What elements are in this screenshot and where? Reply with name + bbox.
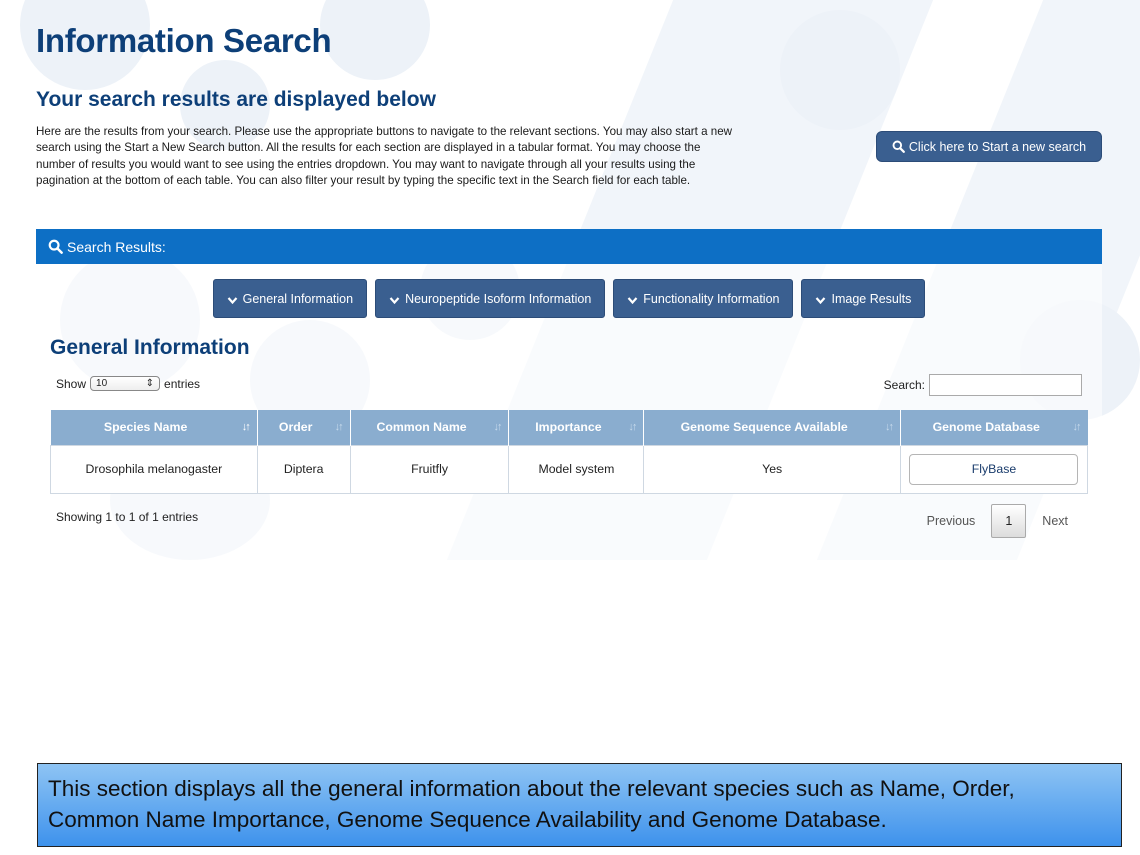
chevron-down-icon [815,294,826,305]
next-page-link[interactable]: Next [1042,514,1068,528]
table-row: Drosophila melanogaster Diptera Fruitfly… [50,444,1089,494]
column-header-genome-sequence-available[interactable]: Genome Sequence Available ↓↑ [643,410,901,445]
general-information-table: Species Name ↓↑ Order ↓↑ Common Name ↓↑ Imp… [50,410,1089,494]
neuropeptide-isoform-information-button[interactable]: Neuropeptide Isoform Information [375,279,606,318]
table-search-input[interactable] [929,374,1082,396]
pagination: Previous 1 Next [927,504,1068,538]
entries-select-value: 10 [96,378,108,389]
page-number-button[interactable]: 1 [991,504,1027,538]
functionality-information-button[interactable]: Functionality Information [613,279,794,318]
entries-label: entries [164,376,201,391]
search-results-bar: Search Results: [36,229,1102,264]
neuropeptide-isoform-information-label: Neuropeptide Isoform Information [405,291,592,306]
chevron-down-icon [627,294,638,305]
start-new-search-label: Click here to Start a new search [908,139,1087,154]
sort-icon: ↓↑ [493,421,502,433]
select-arrows-icon: ⇕ [145,378,155,389]
species-name-cell: Drosophila melanogaster [50,444,258,494]
caption-box: This section displays all the general in… [37,763,1122,847]
section-nav: General Information Neuropeptide Isoform… [36,279,1102,318]
search-results-label: Search Results: [67,238,166,255]
column-header-importance[interactable]: Importance ↓↑ [508,410,645,445]
general-information-label: General Information [242,291,354,306]
show-label: Show [56,376,87,391]
column-header-genome-database[interactable]: Genome Database ↓↑ [900,410,1088,445]
sort-icon: ↓↑ [334,421,344,433]
column-header-common-name[interactable]: Common Name ↓↑ [350,410,510,445]
page-title: Information Search [36,22,332,59]
flybase-button[interactable]: FlyBase [909,453,1079,485]
importance-cell: Model system [508,444,645,494]
chevron-down-icon [227,294,238,305]
order-cell: Diptera [256,444,351,494]
common-name-cell: Fruitfly [349,444,510,494]
image-results-label: Image Results [831,291,912,306]
image-results-button[interactable]: Image Results [801,279,926,318]
general-information-title: General Information [50,336,250,359]
genome-database-cell: FlyBase [899,444,1089,494]
previous-page-link[interactable]: Previous [927,514,976,528]
table-header-row: Species Name ↓↑ Order ↓↑ Common Name ↓↑ Imp… [50,410,1088,445]
sort-icon: ↓↑ [884,421,894,433]
entries-select[interactable]: 10 ⇕ [90,376,161,391]
general-information-button[interactable]: General Information [212,279,368,318]
genome-available-cell: Yes [643,444,901,494]
sort-ascending-icon: ↓↑ [241,421,251,433]
column-header-order[interactable]: Order ↓↑ [257,410,351,445]
column-header-species-name[interactable]: Species Name ↓↑ [50,410,258,445]
sort-icon: ↓↑ [1072,421,1082,433]
information-search-page: Information Search Your search results a… [0,0,1140,560]
functionality-information-label: Functionality Information [643,291,780,306]
results-panel: General Information Neuropeptide Isoform… [36,264,1102,560]
search-label: Search: [883,378,925,392]
show-entries-control: Show 10 ⇕ entries [56,376,200,391]
sort-icon: ↓↑ [628,421,637,433]
table-search: Search: [884,374,1082,396]
start-new-search-button[interactable]: Click here to Start a new search [876,131,1102,162]
table-info: Showing 1 to 1 of 1 entries [56,510,199,524]
page-subtitle: Your search results are displayed below [36,88,436,111]
chevron-down-icon [389,294,400,305]
search-icon [892,140,905,153]
search-icon [48,239,63,254]
intro-text: Here are the results from your search. P… [36,125,733,187]
